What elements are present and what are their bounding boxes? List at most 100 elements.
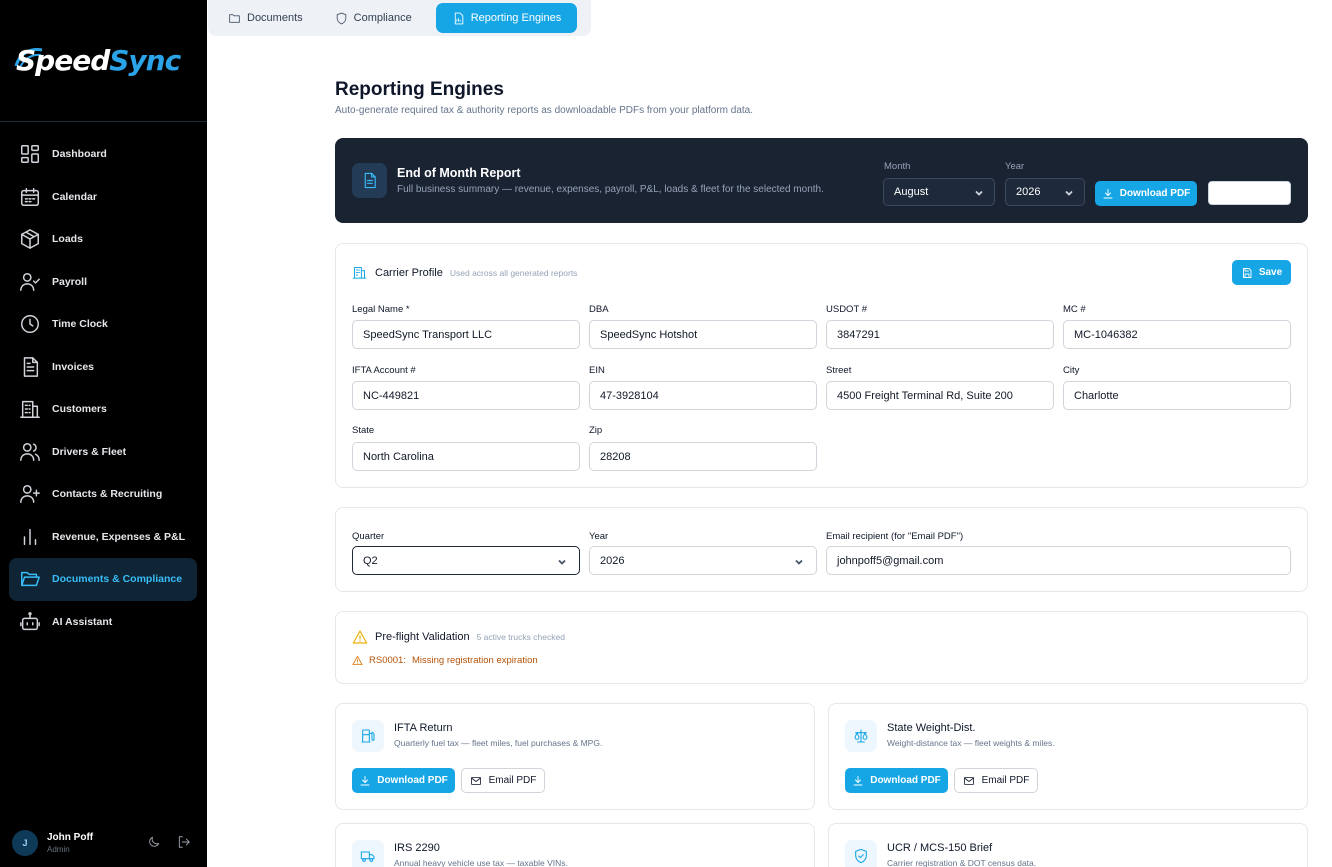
- sidebar-item-label: Documents & Compliance: [52, 573, 183, 586]
- period-year-select[interactable]: 2026: [589, 546, 817, 575]
- eom-download-pdf-button[interactable]: Download PDF: [1095, 181, 1197, 206]
- report-card-weight-distance: State Weight-Dist. Weight-distance tax —…: [828, 703, 1308, 810]
- sidebar-item-payroll[interactable]: Payroll: [9, 261, 197, 304]
- preflight-note: 5 active trucks checked: [476, 632, 565, 642]
- ein-field[interactable]: 47-3928104: [589, 381, 817, 410]
- ifta-download-pdf-button[interactable]: Download PDF: [352, 768, 455, 793]
- sidebar-item-ai-assistant[interactable]: AI Assistant: [9, 601, 197, 644]
- mc-field[interactable]: MC-1046382: [1063, 320, 1291, 349]
- end-of-month-report-banner: End of Month Report Full business summar…: [335, 138, 1308, 223]
- ein-value: 47-3928104: [600, 389, 659, 402]
- report-card-ifta: IFTA Return Quarterly fuel tax — fleet m…: [335, 703, 815, 810]
- report-title: IFTA Return: [394, 722, 453, 734]
- sidebar-item-label: Time Clock: [52, 318, 108, 331]
- bot-icon: [19, 611, 41, 633]
- eom-extra-button[interactable]: [1208, 181, 1291, 205]
- eom-month-value: August: [894, 186, 929, 198]
- calendar-icon: [19, 186, 41, 208]
- chevron-down-icon: [975, 190, 983, 196]
- weight-distance-email-pdf-button[interactable]: Email PDF: [954, 768, 1038, 793]
- sidebar-item-invoices[interactable]: Invoices: [9, 346, 197, 389]
- download-icon: [360, 775, 370, 785]
- report-card-ucr-mcs150: UCR / MCS-150 Brief Carrier registration…: [828, 823, 1308, 867]
- sidebar-item-label: Drivers & Fleet: [52, 445, 127, 458]
- eom-year-label: Year: [1005, 161, 1025, 172]
- tab-reporting-engines[interactable]: Reporting Engines: [435, 3, 578, 33]
- weight-distance-download-pdf-button[interactable]: Download PDF: [845, 768, 948, 793]
- sidebar-item-documents-compliance[interactable]: Documents & Compliance: [9, 558, 197, 601]
- moon-icon[interactable]: [147, 835, 161, 849]
- dba-field[interactable]: SpeedSync Hotshot: [589, 320, 817, 349]
- logo-text-sync: Sync: [109, 43, 181, 77]
- logo-text-speed: Speed: [16, 43, 110, 77]
- email-label: Email PDF: [981, 775, 1030, 786]
- quarter-label: Quarter: [352, 531, 385, 542]
- save-label: Save: [1258, 267, 1283, 278]
- email-label: Email PDF: [488, 775, 537, 786]
- warning-code: RS0001:: [369, 655, 406, 666]
- download-label: Download PDF: [377, 775, 448, 786]
- zip-value: 28208: [600, 450, 631, 463]
- eom-month-select[interactable]: August: [883, 178, 995, 206]
- sidebar-item-label: Loads: [52, 233, 83, 246]
- report-title: State Weight-Dist.: [887, 722, 976, 734]
- eom-year-select[interactable]: 2026: [1005, 178, 1085, 206]
- sidebar-item-time-clock[interactable]: Time Clock: [9, 303, 197, 346]
- report-icon: [454, 12, 464, 24]
- user-plus-icon: [19, 483, 41, 505]
- street-field[interactable]: 4500 Freight Terminal Rd, Suite 200: [826, 381, 1054, 410]
- legal-name-field[interactable]: SpeedSync Transport LLC: [352, 320, 580, 349]
- bar-chart-icon: [19, 526, 41, 548]
- report-description: Quarterly fuel tax — fleet miles, fuel p…: [394, 738, 603, 748]
- carrier-profile-note: Used across all generated reports: [449, 267, 578, 278]
- email-recipient-value: johnpoff5@gmail.com: [837, 554, 944, 567]
- usdot-label: USDOT #: [826, 304, 868, 315]
- user-role: Admin: [47, 845, 70, 854]
- sidebar-item-revenue-expenses-pl[interactable]: Revenue, Expenses & P&L: [9, 516, 197, 559]
- dba-value: SpeedSync Hotshot: [600, 328, 698, 341]
- email-recipient-field[interactable]: johnpoff5@gmail.com: [826, 546, 1291, 575]
- chevron-down-icon: [558, 559, 566, 565]
- sidebar-item-contacts-recruiting[interactable]: Contacts & Recruiting: [9, 473, 197, 516]
- eom-year-value: 2026: [1016, 186, 1041, 198]
- report-period-card: Quarter Q2 Year 2026 Email recipient (fo…: [335, 507, 1308, 592]
- top-tabs: Documents Compliance Reporting Engines: [208, 0, 591, 36]
- preflight-warning: RS0001: Missing registration expiration: [352, 655, 538, 666]
- sidebar-item-label: Contacts & Recruiting: [52, 488, 163, 501]
- zip-field[interactable]: 28208: [589, 442, 817, 471]
- sidebar-item-calendar[interactable]: Calendar: [9, 176, 197, 219]
- download-icon: [1103, 188, 1113, 198]
- report-description: Weight-distance tax — fleet weights & mi…: [887, 738, 1055, 748]
- sidebar-item-label: Dashboard: [52, 148, 107, 161]
- logout-icon[interactable]: [177, 835, 191, 849]
- report-card-irs-2290: IRS 2290 Annual heavy vehicle use tax — …: [335, 823, 815, 867]
- clock-icon: [19, 313, 41, 335]
- tab-label: Documents: [247, 12, 303, 24]
- state-field[interactable]: North Carolina: [352, 442, 580, 471]
- period-year-label: Year: [589, 531, 609, 542]
- ifta-account-field[interactable]: NC-449821: [352, 381, 580, 410]
- speedsync-logo[interactable]: SpeedSync: [14, 40, 181, 80]
- shield-icon: [336, 12, 346, 24]
- tab-compliance[interactable]: Compliance: [321, 3, 426, 33]
- avatar[interactable]: J: [12, 830, 38, 856]
- sidebar-item-customers[interactable]: Customers: [9, 388, 197, 431]
- sidebar-item-drivers-fleet[interactable]: Drivers & Fleet: [9, 431, 197, 474]
- download-icon: [853, 775, 863, 785]
- city-field[interactable]: Charlotte: [1063, 381, 1291, 410]
- sidebar-item-loads[interactable]: Loads: [9, 218, 197, 261]
- quarter-select[interactable]: Q2: [352, 546, 580, 575]
- carrier-profile-card: Carrier Profile Used across all generate…: [335, 243, 1308, 488]
- warning-icon: [352, 655, 363, 666]
- ifta-email-pdf-button[interactable]: Email PDF: [461, 768, 545, 793]
- tab-documents[interactable]: Documents: [214, 3, 317, 33]
- legal-name-label: Legal Name *: [352, 304, 410, 315]
- ifta-account-label: IFTA Account #: [352, 365, 416, 376]
- usdot-field[interactable]: 3847291: [826, 320, 1054, 349]
- sidebar-item-dashboard[interactable]: Dashboard: [9, 133, 197, 176]
- invoice-icon: [19, 356, 41, 378]
- user-check-icon: [19, 271, 41, 293]
- save-button[interactable]: Save: [1232, 260, 1291, 285]
- user-profile: J John Poff Admin: [12, 828, 197, 858]
- fuel-icon: [352, 720, 384, 752]
